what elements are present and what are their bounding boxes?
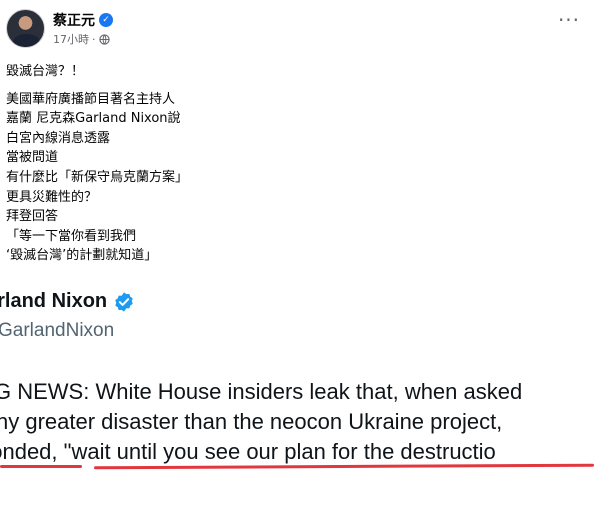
post-timestamp[interactable]: 17小時 bbox=[53, 31, 89, 47]
meta-separator: · bbox=[92, 32, 96, 46]
verified-badge-icon: ✓ bbox=[99, 13, 113, 27]
author-name[interactable]: 蔡正元 bbox=[53, 10, 95, 30]
tweet-text-line: G NEWS: White House insiders leak that, … bbox=[0, 379, 523, 404]
tweet-text-line: ny greater disaster than the neocon Ukra… bbox=[0, 409, 503, 434]
post-line: 拜登回答 bbox=[6, 209, 59, 225]
more-options-button[interactable]: ··· bbox=[556, 10, 582, 36]
tweet-handle: GarlandNixon bbox=[0, 320, 115, 341]
embedded-tweet-image[interactable]: arland Nixon GarlandNixon G NEWS: White … bbox=[0, 282, 594, 516]
post-line: ‘毀滅台灣’的計劃就知道」 bbox=[6, 248, 158, 264]
post-line: 「等一下當你看到我們 bbox=[6, 228, 137, 244]
tweet-author-name: arland Nixon bbox=[0, 290, 108, 312]
post-line: 毀滅台灣？！ bbox=[6, 64, 85, 79]
red-underline-mark bbox=[0, 465, 82, 468]
post-line: 有什麼比「新保守烏克蘭方案」 bbox=[6, 169, 189, 185]
tweet-author-row: arland Nixon bbox=[0, 290, 135, 313]
post-header: 蔡正元 ✓ 17小時 · ··· bbox=[0, 0, 594, 58]
tweet-text-line: ponded, "wait until you see our plan for… bbox=[0, 439, 496, 464]
post-line: 更具災難性的？ bbox=[6, 189, 98, 205]
post-line: 白宮內線消息透露 bbox=[6, 130, 111, 146]
post-line: 嘉蘭 尼克森Garland Nixon說 bbox=[6, 111, 181, 127]
twitter-verified-icon bbox=[115, 291, 133, 312]
author-row: 蔡正元 ✓ bbox=[53, 10, 113, 30]
globe-icon bbox=[98, 33, 110, 45]
post-meta: 17小時 · bbox=[53, 31, 110, 47]
post-line: 美國華府廣播節目著名主持人 bbox=[6, 91, 176, 107]
post-body: 毀滅台灣？！ 美國華府廣播節目著名主持人 嘉蘭 尼克森Garland Nixon… bbox=[6, 62, 188, 266]
post-line: 當被問道 bbox=[6, 150, 59, 166]
avatar[interactable] bbox=[6, 9, 45, 48]
